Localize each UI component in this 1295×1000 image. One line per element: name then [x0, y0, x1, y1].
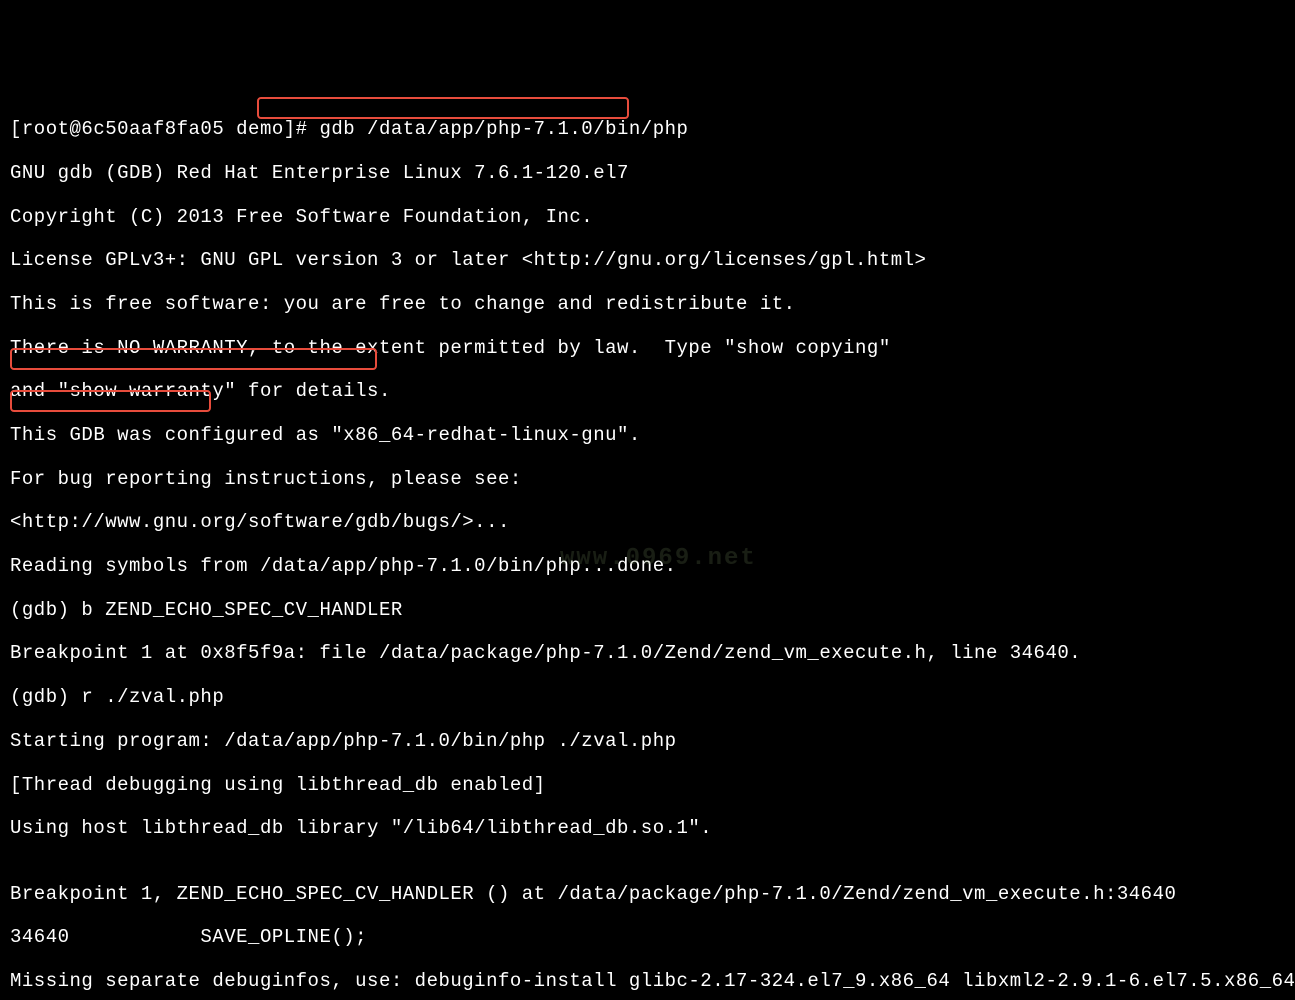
- terminal-line: Breakpoint 1, ZEND_ECHO_SPEC_CV_HANDLER …: [10, 884, 1285, 906]
- terminal-line: This GDB was configured as "x86_64-redha…: [10, 425, 1285, 447]
- terminal-line: Breakpoint 1 at 0x8f5f9a: file /data/pac…: [10, 643, 1285, 665]
- terminal-line: <http://www.gnu.org/software/gdb/bugs/>.…: [10, 512, 1285, 534]
- terminal-line: (gdb) b ZEND_ECHO_SPEC_CV_HANDLER: [10, 600, 1285, 622]
- terminal-line: Copyright (C) 2013 Free Software Foundat…: [10, 207, 1285, 229]
- terminal-line: Missing separate debuginfos, use: debugi…: [10, 971, 1285, 993]
- terminal-line: Using host libthread_db library "/lib64/…: [10, 818, 1285, 840]
- terminal-line: [root@6c50aaf8fa05 demo]# gdb /data/app/…: [10, 119, 1285, 141]
- terminal-output[interactable]: [root@6c50aaf8fa05 demo]# gdb /data/app/…: [10, 97, 1285, 1000]
- terminal-line: Reading symbols from /data/app/php-7.1.0…: [10, 556, 1285, 578]
- terminal-line: (gdb) r ./zval.php: [10, 687, 1285, 709]
- terminal-line: License GPLv3+: GNU GPL version 3 or lat…: [10, 250, 1285, 272]
- highlight-box-command-gdb: [257, 97, 629, 119]
- terminal-line: GNU gdb (GDB) Red Hat Enterprise Linux 7…: [10, 163, 1285, 185]
- terminal-line: and "show warranty" for details.: [10, 381, 1285, 403]
- terminal-line: For bug reporting instructions, please s…: [10, 469, 1285, 491]
- terminal-line: 34640 SAVE_OPLINE();: [10, 927, 1285, 949]
- terminal-line: Starting program: /data/app/php-7.1.0/bi…: [10, 731, 1285, 753]
- terminal-line: There is NO WARRANTY, to the extent perm…: [10, 338, 1285, 360]
- terminal-line: This is free software: you are free to c…: [10, 294, 1285, 316]
- terminal-line: [Thread debugging using libthread_db ena…: [10, 775, 1285, 797]
